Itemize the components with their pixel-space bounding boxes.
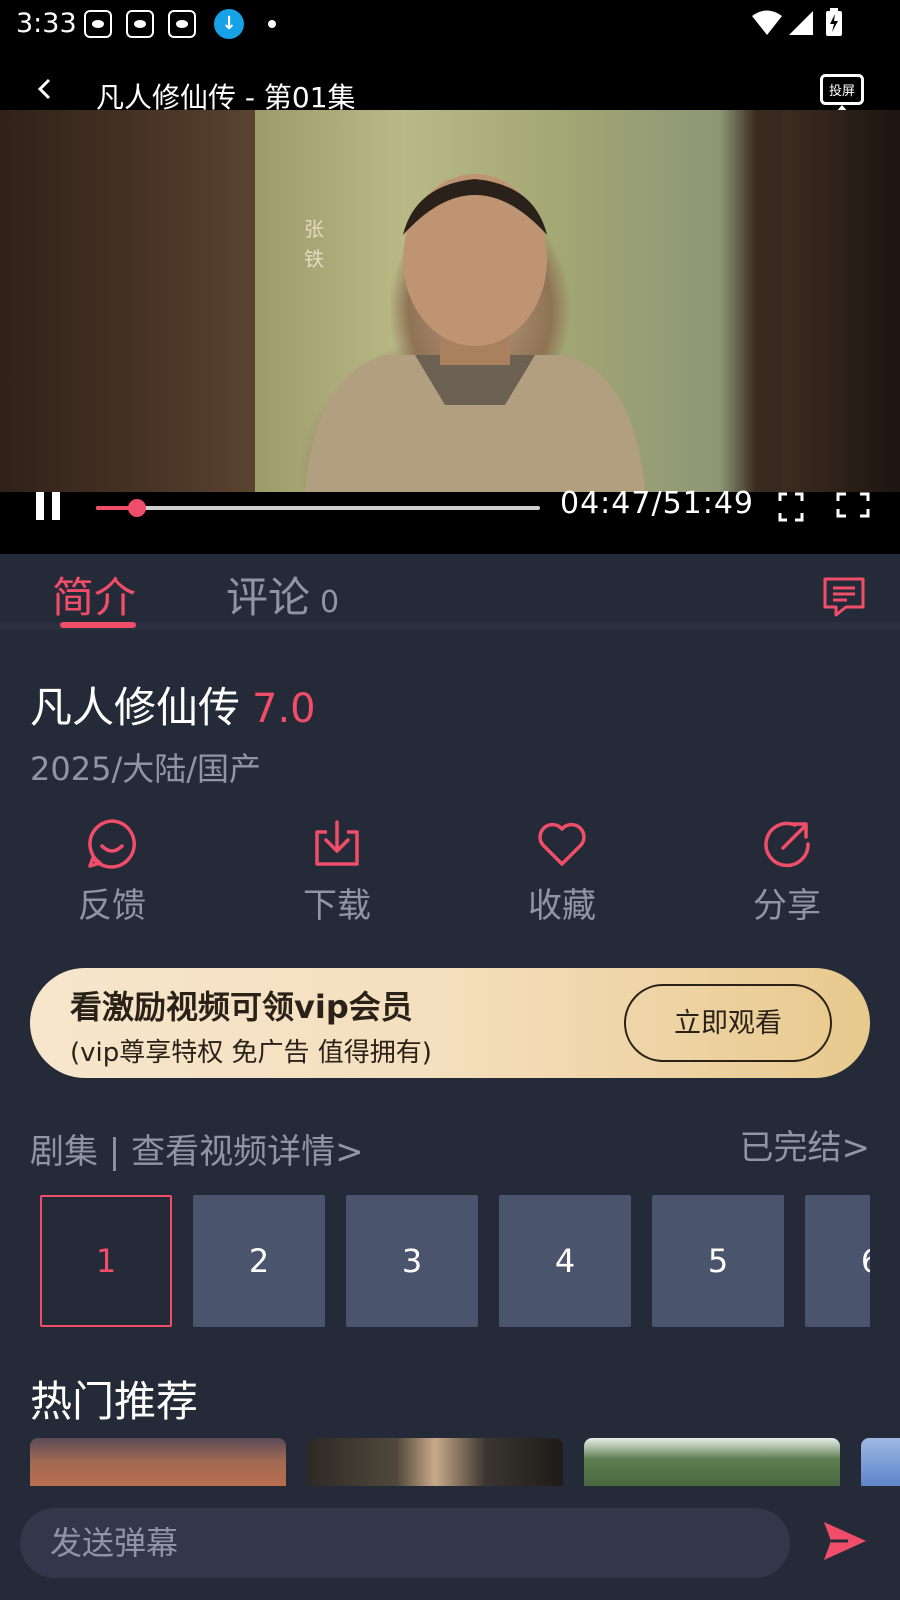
video-subtitle-overlay: 张铁 xyxy=(304,217,324,271)
player-header: 凡人修仙传 - 第01集 投屏 xyxy=(0,50,900,114)
fullscreen-icon[interactable] xyxy=(836,492,870,518)
recommend-card[interactable] xyxy=(861,1438,900,1486)
recommend-card[interactable] xyxy=(584,1438,840,1486)
danmaku-bar xyxy=(0,1486,900,1600)
video-character xyxy=(305,174,645,492)
episode-item[interactable]: 2 xyxy=(193,1195,325,1327)
svg-text:投屏: 投屏 xyxy=(829,83,855,99)
status-time: 3:33 xyxy=(16,8,77,39)
watch-now-button[interactable]: 立即观看 xyxy=(624,984,832,1062)
tab-comments[interactable]: 评论 0 xyxy=(226,564,339,625)
vip-reward-banner[interactable]: 看激励视频可领vip会员 (vip尊享特权 免广告 值得拥有) 立即观看 xyxy=(30,968,870,1078)
aspect-ratio-icon[interactable] xyxy=(778,492,804,522)
vip-banner-subtitle: (vip尊享特权 免广告 值得拥有) xyxy=(70,1038,432,1068)
vip-banner-title: 看激励视频可领vip会员 xyxy=(70,988,413,1026)
episodes-header[interactable]: 剧集 | 查看视频详情> xyxy=(30,1124,364,1173)
wifi-icon xyxy=(752,10,782,35)
episodes-status[interactable]: 已完结> xyxy=(740,1120,871,1169)
episode-item[interactable]: 5 xyxy=(652,1195,784,1327)
tab-intro[interactable]: 简介 xyxy=(52,564,136,625)
video-frame[interactable]: 张铁 xyxy=(0,110,900,492)
danmaku-input[interactable] xyxy=(20,1508,790,1578)
tab-active-indicator xyxy=(60,622,136,628)
share-button[interactable]: 分享 xyxy=(727,818,847,927)
episode-item[interactable]: 4 xyxy=(499,1195,631,1327)
episode-item[interactable]: 6 xyxy=(805,1195,870,1327)
cell-signal-icon xyxy=(789,11,813,35)
danmaku-list-icon[interactable] xyxy=(822,576,866,618)
show-name: 凡人修仙传 xyxy=(30,683,241,732)
download-icon xyxy=(315,820,359,866)
player-controls: 04:47/51:49 xyxy=(0,486,900,554)
show-title: 凡人修仙传 7.0 xyxy=(30,674,316,735)
smile-feedback-icon xyxy=(88,819,136,869)
baidu-paw-icon xyxy=(126,10,154,38)
recommend-card[interactable] xyxy=(307,1438,563,1486)
status-bar: 3:33 ↓ xyxy=(0,0,900,50)
show-meta: 2025/大陆/国产 xyxy=(30,750,262,788)
show-score: 7.0 xyxy=(252,686,316,732)
episode-item[interactable]: 1 xyxy=(40,1195,172,1327)
download-notification-icon: ↓ xyxy=(214,9,244,39)
baidu-paw-icon xyxy=(168,10,196,38)
recommend-list xyxy=(30,1438,900,1486)
share-label: 分享 xyxy=(753,886,821,926)
send-icon[interactable] xyxy=(822,1520,868,1562)
heart-icon xyxy=(538,822,586,866)
baidu-paw-icon xyxy=(84,10,112,38)
cast-screen-icon[interactable]: 投屏 xyxy=(820,74,864,114)
tab-comments-label: 评论 xyxy=(226,573,311,622)
download-button[interactable]: 下载 xyxy=(277,818,397,927)
feedback-label: 反馈 xyxy=(78,886,146,926)
download-label: 下载 xyxy=(303,886,371,926)
more-notifications-dot-icon xyxy=(268,20,276,28)
battery-charging-icon xyxy=(826,8,842,36)
progress-thumb[interactable] xyxy=(127,499,146,517)
video-scene-left xyxy=(0,110,255,492)
comments-count: 0 xyxy=(320,585,340,620)
episode-item[interactable]: 3 xyxy=(346,1195,478,1327)
feedback-button[interactable]: 反馈 xyxy=(52,818,172,927)
video-scene-right xyxy=(782,110,900,492)
detail-tabs: 简介 评论 0 xyxy=(0,554,900,630)
playback-time: 04:47/51:49 xyxy=(560,486,755,521)
favorite-label: 收藏 xyxy=(528,886,596,926)
recommend-title: 热门推荐 xyxy=(30,1377,199,1426)
share-icon xyxy=(764,821,810,868)
back-arrow-icon[interactable] xyxy=(34,78,56,100)
favorite-button[interactable]: 收藏 xyxy=(502,818,622,927)
episode-list: 1 2 3 4 5 6 xyxy=(40,1195,870,1327)
pause-icon[interactable] xyxy=(36,492,60,520)
recommend-card[interactable] xyxy=(30,1438,286,1486)
progress-bar[interactable] xyxy=(96,499,540,517)
